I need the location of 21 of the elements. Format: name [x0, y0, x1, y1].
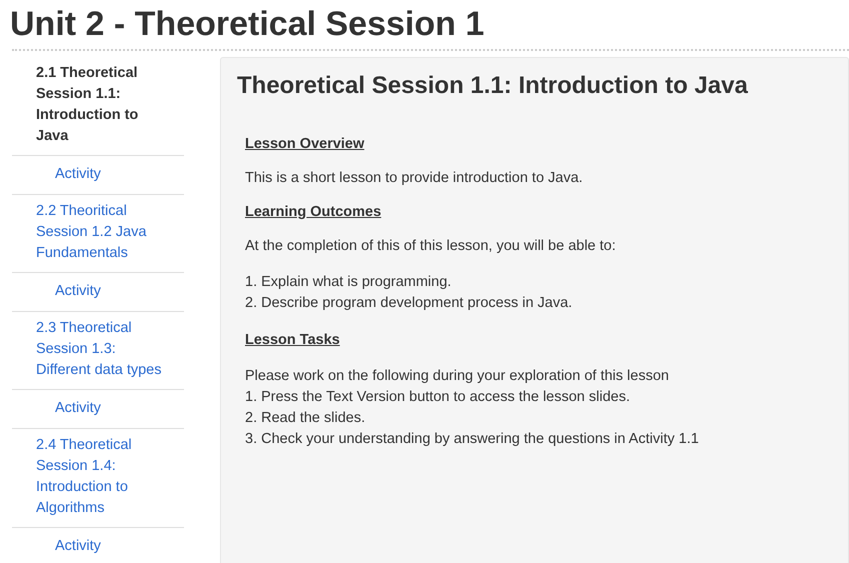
sidebar-link[interactable]: Activity [55, 536, 174, 557]
list-line: Please work on the following during your exploration of this lesson [245, 367, 670, 386]
sidebar-link[interactable]: Activity [55, 281, 174, 302]
current-lesson[interactable]: 2.1 Theoretical Session 1.1: Introduction to Java [36, 63, 174, 147]
list-line: 1. Explain what is programming. [245, 273, 452, 292]
lesson-title: Theoretical Session 1.1: Introduction to Java [237, 72, 749, 100]
paragraph: At the completion of this of this lesson, you will be able to: [245, 238, 617, 254]
sidebar-link[interactable]: 2.2 Theoritical Session 1.2 Java Fundamentals [36, 201, 174, 264]
list-line: 2. Read the slides. [245, 409, 366, 428]
list-line: 2. Describe program development process in Java. [245, 294, 574, 313]
section-heading: Learning Outcomes [245, 204, 382, 220]
sidebar-link[interactable]: Activity [55, 398, 174, 419]
section-heading: Lesson Tasks [245, 332, 341, 348]
list-line: 3. Check your understanding by answering the questions in Activity 1.1 [245, 430, 700, 449]
sidebar-link[interactable]: 2.3 Theoretical Session 1.3: Different data types [36, 318, 174, 381]
section-heading: Lesson Overview [245, 136, 366, 152]
page-title: Unit 2 - Theoretical Session 1 [9, 4, 486, 45]
sidebar-link[interactable]: 2.4 Theoretical Session 1.4: Introduction to Algorithms [36, 435, 174, 519]
sidebar-link[interactable]: Activity [55, 164, 174, 185]
list-line: 1. Press the Text Version button to access the lesson slides. [245, 388, 632, 407]
paragraph: This is a short lesson to provide introduction to Java. [245, 170, 584, 186]
